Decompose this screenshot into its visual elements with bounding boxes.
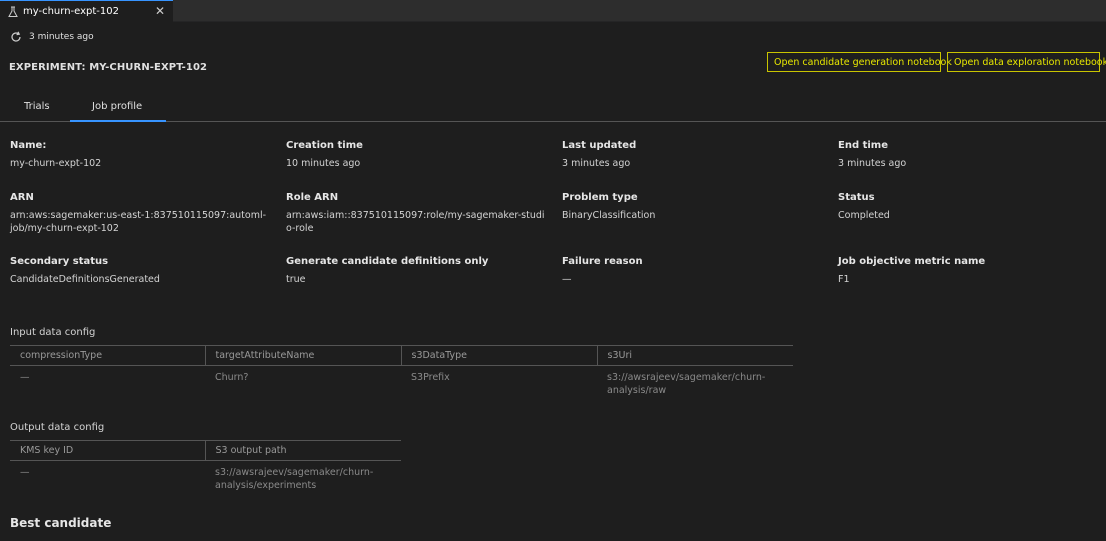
field-value: Completed	[838, 210, 890, 221]
page-title: EXPERIMENT: MY-CHURN-EXPT-102	[9, 62, 208, 73]
field-objective-metric: Job objective metric name F1	[838, 256, 1106, 286]
table-cell: Churn?	[215, 372, 249, 383]
field-label: Failure reason	[562, 256, 643, 267]
field-label: Problem type	[562, 192, 638, 203]
field-label: Name:	[10, 140, 47, 151]
field-label: Role ARN	[286, 192, 339, 203]
field-value: my-churn-expt-102	[10, 158, 102, 169]
field-role-arn: Role ARN arn:aws:iam::837510115097:role/…	[286, 192, 548, 235]
table-cell: —	[20, 372, 30, 383]
field-problem-type: Problem type BinaryClassification	[562, 192, 832, 222]
column-header: S3 output path	[204, 440, 401, 461]
flask-icon	[8, 6, 18, 17]
active-tab-indicator	[70, 120, 166, 122]
field-value: CandidateDefinitionsGenerated	[10, 274, 160, 285]
field-creation-time: Creation time 10 minutes ago	[286, 140, 556, 170]
tab-title: my-churn-expt-102	[23, 6, 120, 17]
field-label: End time	[838, 140, 888, 151]
output-config-table: KMS key ID S3 output path — s3://awsraje…	[10, 440, 401, 492]
field-value: 3 minutes ago	[562, 158, 631, 169]
field-label: Creation time	[286, 140, 363, 151]
best-candidate-heading: Best candidate	[10, 516, 112, 530]
table-cell: S3Prefix	[411, 372, 450, 383]
column-header: targetAttributeName	[204, 345, 401, 366]
editor-tab-bar: my-churn-expt-102 ✕	[0, 0, 1106, 22]
field-generate-only: Generate candidate definitions only true	[286, 256, 556, 286]
table-row: — s3://awsrajeev/sagemaker/churn-analysi…	[10, 461, 401, 493]
column-header: KMS key ID	[10, 440, 205, 461]
refresh-row: 3 minutes ago	[10, 31, 94, 43]
tab-experiment[interactable]: my-churn-expt-102 ✕	[0, 0, 173, 22]
close-icon[interactable]: ✕	[155, 4, 165, 18]
subtab-bar: Trials Job profile	[0, 92, 1106, 122]
field-value: BinaryClassification	[562, 210, 656, 221]
field-value: 10 minutes ago	[286, 158, 361, 169]
field-last-updated: Last updated 3 minutes ago	[562, 140, 832, 170]
field-label: Secondary status	[10, 256, 109, 267]
tab-trials[interactable]: Trials	[24, 101, 50, 112]
field-label: Status	[838, 192, 875, 203]
field-secondary-status: Secondary status CandidateDefinitionsGen…	[10, 256, 280, 286]
field-end-time: End time 3 minutes ago	[838, 140, 1106, 170]
field-status: Status Completed	[838, 192, 1106, 222]
field-label: Generate candidate definitions only	[286, 256, 489, 267]
input-config-label: Input data config	[10, 327, 96, 338]
refresh-icon[interactable]	[10, 31, 22, 43]
table-header-row: KMS key ID S3 output path	[10, 440, 401, 461]
last-refresh-text: 3 minutes ago	[29, 32, 94, 42]
field-value: arn:aws:iam::837510115097:role/my-sagema…	[286, 210, 545, 234]
table-cell: —	[20, 467, 30, 478]
input-config-table: compressionType targetAttributeName s3Da…	[10, 345, 793, 397]
field-arn: ARN arn:aws:sagemaker:us-east-1:83751011…	[10, 192, 268, 235]
field-label: Last updated	[562, 140, 637, 151]
field-name: Name: my-churn-expt-102	[10, 140, 280, 170]
table-cell: s3://awsrajeev/sagemaker/churn-analysis/…	[607, 372, 766, 396]
field-value: 3 minutes ago	[838, 158, 907, 169]
table-cell: s3://awsrajeev/sagemaker/churn-analysis/…	[215, 467, 374, 491]
field-value: true	[286, 274, 306, 285]
output-config-label: Output data config	[10, 422, 105, 433]
field-label: ARN	[10, 192, 34, 203]
field-failure-reason: Failure reason —	[562, 256, 832, 286]
field-value: arn:aws:sagemaker:us-east-1:837510115097…	[10, 210, 267, 234]
open-exploration-notebook-button[interactable]: Open data exploration notebook	[947, 52, 1106, 72]
column-header: compressionType	[10, 345, 205, 366]
field-value: —	[562, 274, 572, 285]
field-value: F1	[838, 274, 850, 285]
field-label: Job objective metric name	[838, 256, 986, 267]
open-candidate-notebook-button[interactable]: Open candidate generation notebook	[767, 52, 952, 72]
table-header-row: compressionType targetAttributeName s3Da…	[10, 345, 793, 366]
column-header: s3DataType	[400, 345, 597, 366]
tab-job-profile[interactable]: Job profile	[92, 101, 142, 112]
column-header: s3Uri	[596, 345, 793, 366]
table-row: — Churn? S3Prefix s3://awsrajeev/sagemak…	[10, 366, 793, 398]
